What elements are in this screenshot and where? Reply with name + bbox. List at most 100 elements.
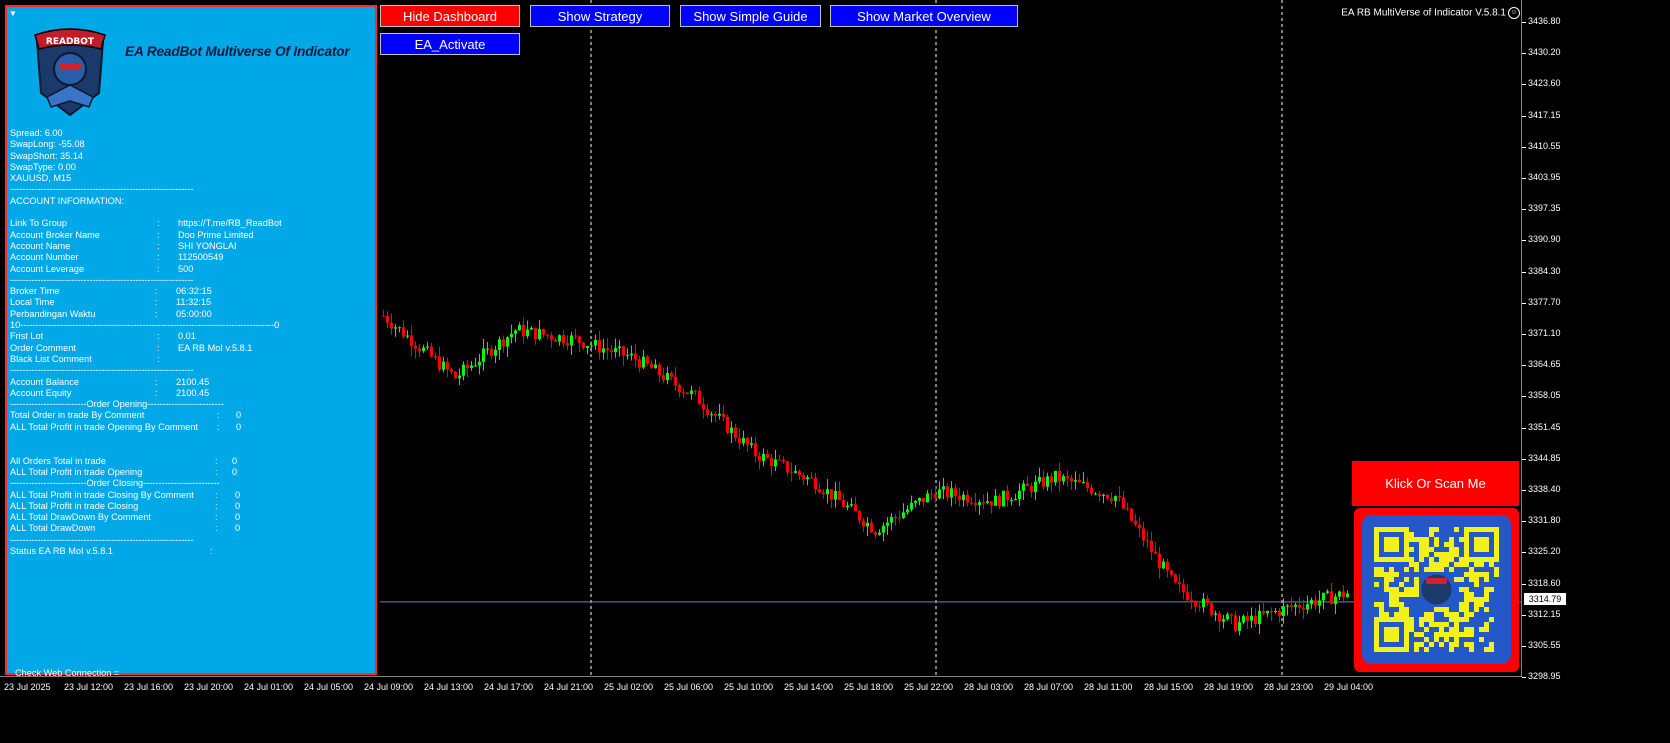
show-simple-guide-button[interactable]: Show Simple Guide (680, 5, 821, 27)
show-strategy-button[interactable]: Show Strategy (530, 5, 670, 27)
candle (1210, 601, 1213, 617)
logo-text: READBOT (46, 37, 95, 47)
candle (690, 385, 693, 400)
row-label: ALL Total Profit in trade Closing By Com… (10, 489, 194, 500)
price-tick (1522, 521, 1526, 523)
price-tick (1522, 115, 1526, 117)
qr-module (1399, 582, 1404, 587)
price-tick (1522, 552, 1526, 554)
triangle-down-icon[interactable]: ▼ (9, 9, 17, 18)
candle (874, 530, 877, 539)
candle (742, 430, 745, 447)
candle (954, 484, 957, 505)
candle (830, 489, 833, 509)
candle (674, 367, 677, 391)
hide-dashboard-button[interactable]: Hide Dashboard (380, 5, 520, 27)
time-label: 28 Jul 03:00 (964, 682, 1014, 692)
candle (978, 499, 981, 515)
time-label: 25 Jul 06:00 (664, 682, 714, 692)
account-info-list: Spread: 6.00 SwapLong: -55.08 SwapShort: 3… (10, 128, 282, 557)
qr-module (1419, 552, 1424, 557)
qr-module (1409, 592, 1414, 597)
candle (610, 345, 613, 360)
row-value: 0 (236, 410, 242, 421)
row-label: ALL Total Profit in trade Closing (10, 500, 139, 511)
show-market-overview-button[interactable]: Show Market Overview (830, 5, 1018, 27)
candle (1166, 558, 1169, 578)
qr-module (1399, 602, 1404, 607)
account-row: Account Name: SHI YONGLAI (10, 241, 279, 252)
ea-activate-button[interactable]: EA_Activate (380, 33, 520, 55)
candle (618, 339, 621, 357)
row-label: Perbandingan Waktu (10, 308, 96, 319)
row-separator: : (155, 376, 158, 387)
candle (646, 354, 649, 366)
qr-module (1449, 547, 1454, 552)
qr-module (1414, 632, 1419, 637)
candle (1142, 521, 1145, 547)
qr-module (1419, 642, 1424, 647)
candle (1114, 495, 1117, 508)
candle (810, 472, 813, 479)
qr-module (1414, 642, 1419, 647)
qr-module (1449, 642, 1454, 647)
candle (1074, 471, 1077, 490)
qr-finder (1384, 627, 1399, 642)
candle (1134, 513, 1137, 527)
qr-module (1444, 557, 1449, 562)
candle (1090, 484, 1093, 497)
price-label: 3351.45 (1528, 421, 1561, 432)
row-label: Account Number (10, 252, 79, 263)
qr-module (1439, 562, 1444, 567)
qr-module (1454, 617, 1459, 622)
current-price-label: 3314.79 (1524, 593, 1566, 605)
qr-module (1419, 547, 1424, 552)
candle (666, 366, 669, 385)
price-tick (1522, 396, 1526, 398)
qr-module (1469, 567, 1474, 572)
candle (850, 497, 853, 508)
row-separator: : (155, 297, 158, 308)
klick-or-scan-button[interactable]: Klick Or Scan Me (1352, 461, 1519, 506)
qr-code-box[interactable] (1354, 508, 1519, 672)
qr-module (1484, 592, 1489, 597)
candle (1098, 490, 1101, 502)
qr-module (1449, 537, 1454, 542)
candle (390, 313, 393, 335)
price-label: 3417.15 (1528, 109, 1561, 120)
qr-module (1434, 637, 1439, 642)
qr-module (1394, 592, 1399, 597)
price-label: 3331.80 (1528, 515, 1561, 526)
candle (1078, 473, 1081, 483)
price-label: 3318.60 (1528, 577, 1561, 588)
qr-module (1469, 572, 1474, 577)
candle (582, 342, 585, 350)
candle (658, 362, 661, 383)
qr-module (1384, 612, 1389, 617)
candle (1330, 583, 1333, 605)
price-axis: 3314.79 3436.80 3430.20 3423.60 3417.15 3410… (1522, 0, 1670, 681)
candle (1226, 612, 1229, 621)
qr-module (1464, 632, 1469, 637)
closing-row: ALL Total Profit in trade Closing By Com… (10, 490, 279, 501)
qr-module (1419, 537, 1424, 542)
candle (1110, 492, 1113, 505)
qr-module (1444, 552, 1449, 557)
candle (1290, 597, 1293, 612)
balance-row: Account Equity: 2100.45 (10, 388, 279, 399)
price-tick (1522, 84, 1526, 86)
qr-module (1459, 587, 1464, 592)
candle (854, 496, 857, 512)
symbol-info-line: SwapShort: 35.14 (10, 150, 84, 161)
qr-module (1439, 607, 1444, 612)
candle (1218, 611, 1221, 632)
candle (1030, 482, 1033, 498)
candle (1050, 473, 1053, 493)
candle (1334, 593, 1337, 614)
row-value: 11:32:15 (176, 297, 212, 308)
qr-module (1459, 607, 1464, 612)
qr-module (1434, 527, 1439, 532)
closing-row: ALL Total DrawDown: 0 (10, 523, 279, 534)
candle (994, 489, 997, 506)
qr-module (1464, 617, 1469, 622)
